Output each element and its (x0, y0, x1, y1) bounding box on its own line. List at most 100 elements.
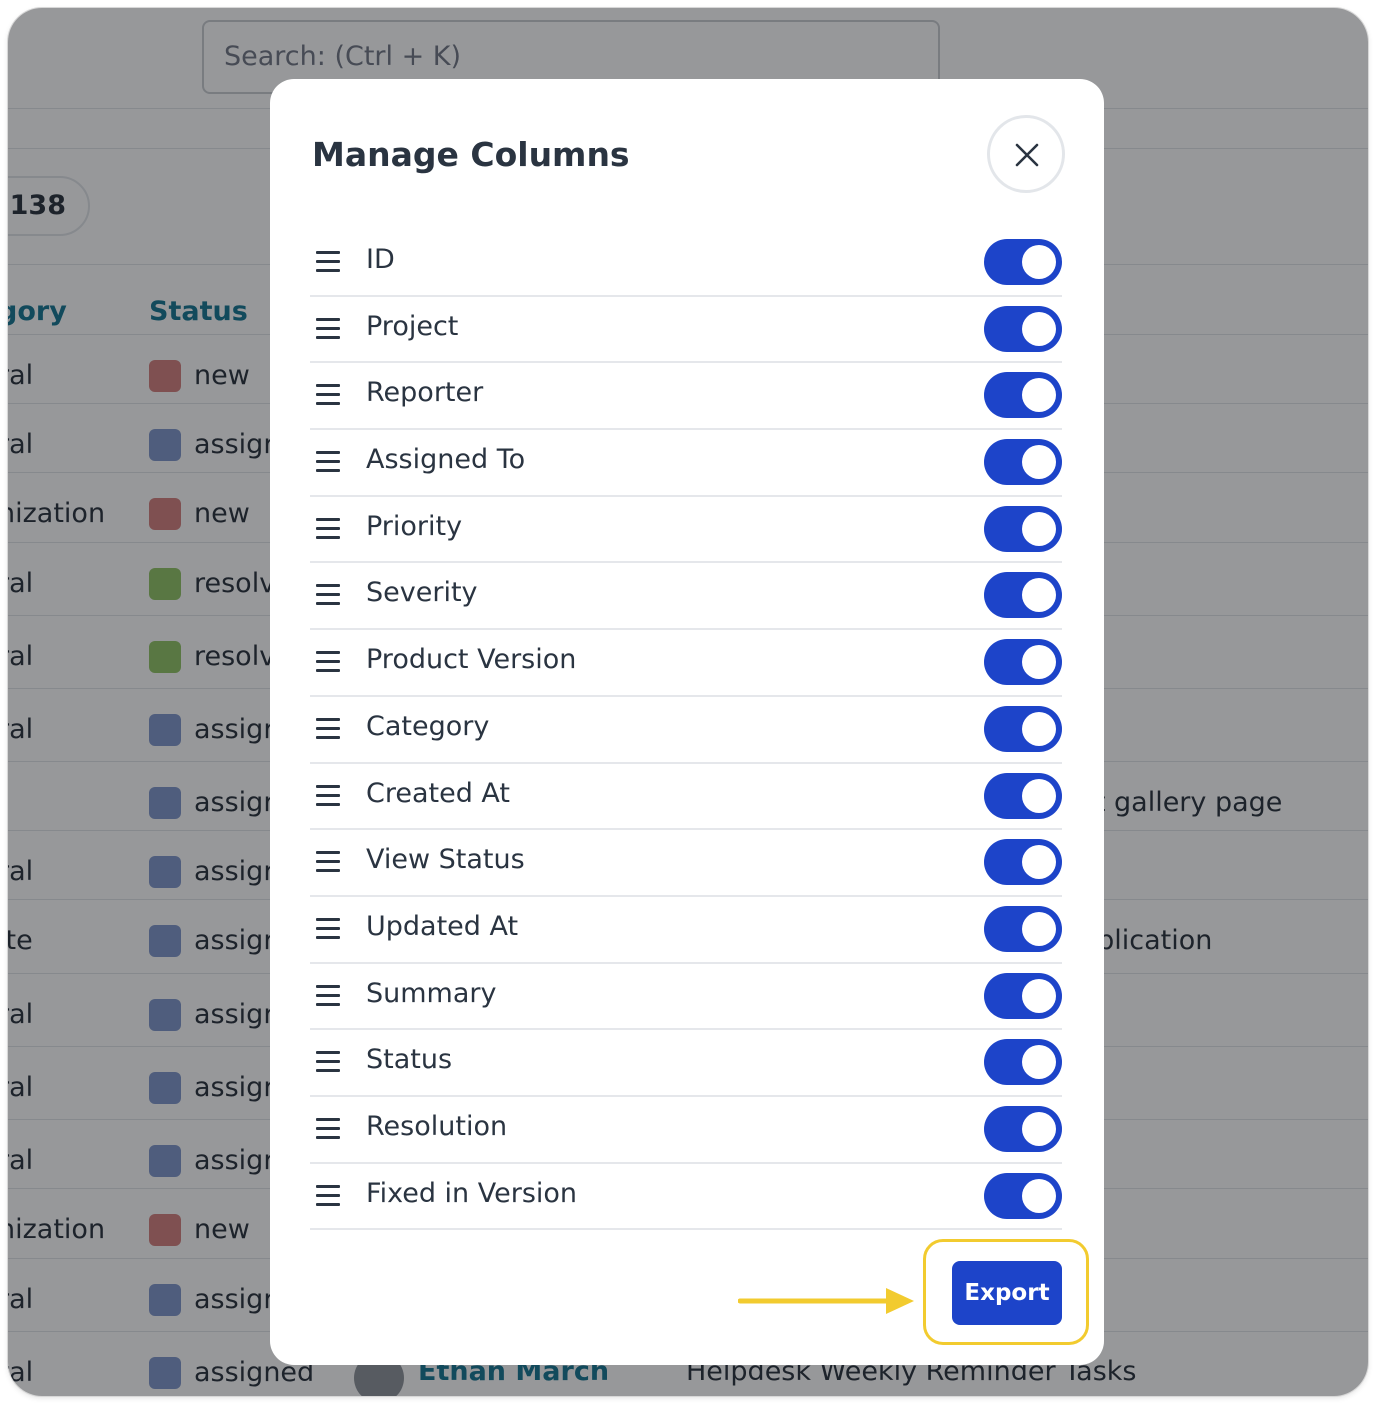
drag-handle-bar (316, 1051, 340, 1055)
drag-handle-bar (316, 926, 340, 930)
dialog-title: Manage Columns (312, 135, 630, 174)
drag-handle-icon[interactable] (316, 1051, 340, 1073)
toggle-knob (1022, 511, 1056, 546)
column-visibility-toggle[interactable] (984, 839, 1062, 886)
column-label: View Status (366, 844, 525, 876)
drag-handle-bar (316, 593, 340, 597)
column-row: Fixed in Version (310, 1164, 1062, 1231)
column-label: Updated At (366, 910, 519, 942)
drag-handle-bar (316, 526, 340, 530)
drag-handle-bar (316, 851, 340, 855)
drag-handle-bar (316, 735, 340, 739)
drag-handle-bar (316, 1069, 340, 1073)
drag-handle-icon[interactable] (316, 251, 340, 273)
drag-handle-bar (316, 1060, 340, 1064)
drag-handle-bar (316, 669, 340, 673)
column-label: Resolution (366, 1110, 508, 1142)
drag-handle-bar (316, 260, 340, 263)
column-row: Assigned To (310, 430, 1062, 497)
drag-handle-bar (316, 1193, 340, 1197)
column-visibility-toggle[interactable] (984, 439, 1062, 486)
column-label: Category (366, 710, 490, 742)
drag-handle-bar (316, 602, 340, 606)
manage-columns-dialog: Manage Columns ID Project Reporter Assigned… (270, 79, 1104, 1365)
drag-handle-icon[interactable] (316, 1117, 340, 1140)
drag-handle-icon[interactable] (316, 917, 340, 940)
drag-handle-icon[interactable] (316, 784, 340, 807)
column-visibility-toggle[interactable] (984, 305, 1062, 352)
drag-handle-bar (316, 335, 340, 339)
drag-handle-bar (316, 469, 340, 473)
column-label: Status (366, 1044, 453, 1076)
drag-handle-bar (316, 517, 340, 521)
close-button[interactable] (987, 115, 1065, 193)
column-visibility-toggle[interactable] (984, 1105, 1062, 1152)
column-label: Severity (366, 577, 478, 609)
column-visibility-toggle[interactable] (984, 572, 1062, 619)
column-label: ID (366, 244, 395, 275)
column-row: Category (310, 697, 1062, 764)
column-visibility-toggle[interactable] (984, 772, 1062, 819)
drag-handle-icon[interactable] (316, 384, 340, 406)
toggle-knob (1022, 845, 1056, 880)
drag-handle-icon[interactable] (316, 584, 340, 606)
drag-handle-bar (316, 1202, 340, 1206)
drag-handle-bar (316, 993, 340, 997)
column-visibility-toggle[interactable] (984, 905, 1062, 952)
drag-handle-bar (316, 269, 340, 272)
column-label: Assigned To (366, 444, 526, 476)
column-label: Summary (366, 977, 497, 1009)
column-list: ID Project Reporter Assigned To Priority Seve… (310, 230, 1062, 1231)
column-row: Resolution (310, 1097, 1062, 1164)
column-label: Priority (366, 510, 463, 542)
column-visibility-toggle[interactable] (984, 705, 1062, 752)
drag-handle-bar (316, 1135, 340, 1139)
drag-handle-icon[interactable] (316, 1184, 340, 1207)
drag-handle-icon[interactable] (316, 517, 340, 540)
toggle-knob (1022, 311, 1056, 346)
drag-handle-bar (316, 317, 340, 321)
toggle-knob (1022, 245, 1056, 279)
column-row: Priority (310, 497, 1062, 564)
drag-handle-icon[interactable] (316, 451, 340, 473)
export-button[interactable]: Export (952, 1261, 1062, 1325)
column-visibility-toggle[interactable] (984, 639, 1062, 686)
column-row: ID (310, 230, 1062, 297)
column-label: Project (366, 310, 459, 342)
column-row: Created At (310, 764, 1062, 831)
drag-handle-icon[interactable] (316, 851, 340, 873)
column-label: Product Version (366, 644, 577, 676)
drag-handle-bar (316, 726, 340, 730)
column-row: Status (310, 1030, 1062, 1097)
drag-handle-icon[interactable] (316, 984, 340, 1007)
close-icon (1015, 143, 1039, 167)
drag-handle-icon[interactable] (316, 317, 340, 340)
toggle-knob (1022, 578, 1056, 613)
toggle-knob (1022, 778, 1056, 813)
column-row: Summary (310, 964, 1062, 1031)
drag-handle-bar (316, 393, 340, 397)
drag-handle-bar (316, 1002, 340, 1006)
drag-handle-bar (316, 460, 340, 464)
drag-handle-icon[interactable] (316, 717, 340, 740)
drag-handle-bar (316, 535, 340, 539)
arrow-icon (738, 1288, 914, 1314)
column-visibility-toggle[interactable] (984, 1172, 1062, 1219)
toggle-knob (1022, 1111, 1056, 1146)
column-visibility-toggle[interactable] (984, 239, 1062, 285)
column-visibility-toggle[interactable] (984, 972, 1062, 1019)
drag-handle-icon[interactable] (316, 651, 340, 673)
drag-handle-bar (316, 384, 340, 388)
drag-handle-bar (316, 935, 340, 939)
toggle-knob (1022, 445, 1056, 480)
drag-handle-bar (316, 1117, 340, 1121)
column-visibility-toggle[interactable] (984, 505, 1062, 552)
column-visibility-toggle[interactable] (984, 372, 1062, 419)
column-row: Product Version (310, 630, 1062, 697)
toggle-knob (1022, 645, 1056, 680)
column-visibility-toggle[interactable] (984, 1039, 1062, 1086)
drag-handle-bar (316, 1126, 340, 1130)
drag-handle-bar (316, 251, 340, 254)
column-row: Reporter (310, 363, 1062, 431)
column-label: Created At (366, 777, 511, 809)
